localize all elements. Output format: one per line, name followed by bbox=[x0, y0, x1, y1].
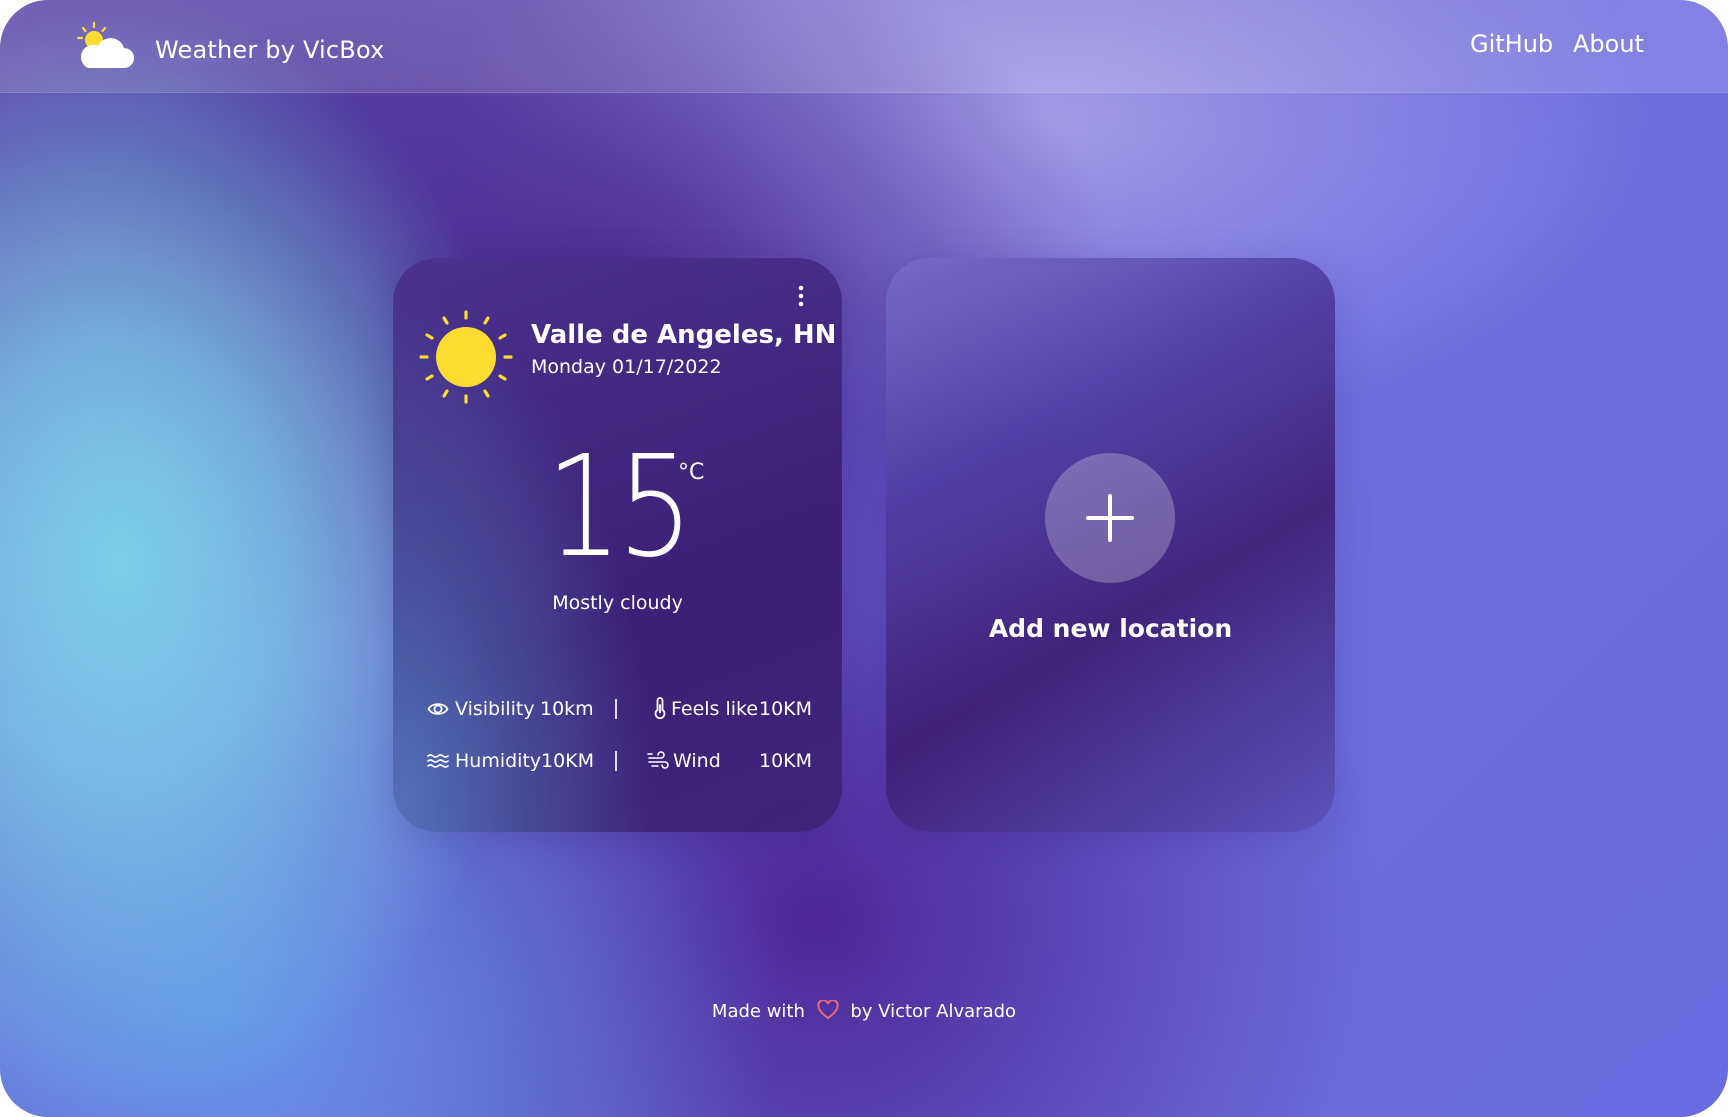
weather-card: Valle de Angeles, HN Monday 01/17/2022 1… bbox=[393, 258, 842, 832]
wind-label: Wind bbox=[673, 750, 721, 772]
heart-icon bbox=[817, 1000, 839, 1020]
visibility-label: Visibility bbox=[455, 698, 535, 720]
stat-divider bbox=[615, 699, 617, 719]
temperature-number: 15 bbox=[546, 426, 694, 589]
feels-like-value: 10KM bbox=[759, 698, 813, 720]
humidity-value: 10KM bbox=[541, 750, 595, 772]
add-location-button[interactable] bbox=[1045, 453, 1175, 583]
location-name: Valle de Angeles, HN bbox=[531, 320, 837, 350]
add-location-label: Add new location bbox=[988, 614, 1233, 643]
footer-author: by Victor Alvarado bbox=[850, 1001, 1017, 1022]
stat-divider bbox=[615, 751, 617, 771]
more-vertical-icon[interactable] bbox=[797, 284, 805, 308]
temperature-value: 15 bbox=[393, 438, 842, 578]
weather-condition: Mostly cloudy bbox=[552, 592, 683, 614]
thermometer-icon bbox=[654, 697, 666, 719]
app-brand-title: Weather by VicBox bbox=[155, 36, 385, 64]
plus-icon bbox=[1086, 494, 1134, 542]
wind-icon bbox=[647, 751, 669, 769]
feels-like-label: Feels like bbox=[671, 698, 759, 720]
temperature-unit: °C bbox=[678, 460, 705, 485]
waves-icon bbox=[427, 754, 449, 768]
add-location-card[interactable]: Add new location bbox=[886, 258, 1335, 832]
app-window: Weather by VicBox GitHub About Valle de … bbox=[0, 0, 1728, 1117]
nav-link-github[interactable]: GitHub bbox=[1470, 30, 1553, 58]
top-navbar: Weather by VicBox GitHub About bbox=[0, 0, 1728, 93]
nav-link-about[interactable]: About bbox=[1573, 30, 1644, 58]
footer-prefix: Made with bbox=[711, 1001, 805, 1022]
visibility-value: 10km bbox=[540, 698, 594, 720]
eye-icon bbox=[427, 703, 449, 715]
footer: Made with by Victor Alvarado bbox=[0, 1000, 1728, 1022]
sun-cloud-icon bbox=[76, 21, 134, 68]
sun-icon bbox=[419, 310, 513, 404]
wind-value: 10KM bbox=[759, 750, 813, 772]
humidity-label: Humidity bbox=[455, 750, 542, 772]
date-label: Monday 01/17/2022 bbox=[531, 356, 722, 378]
